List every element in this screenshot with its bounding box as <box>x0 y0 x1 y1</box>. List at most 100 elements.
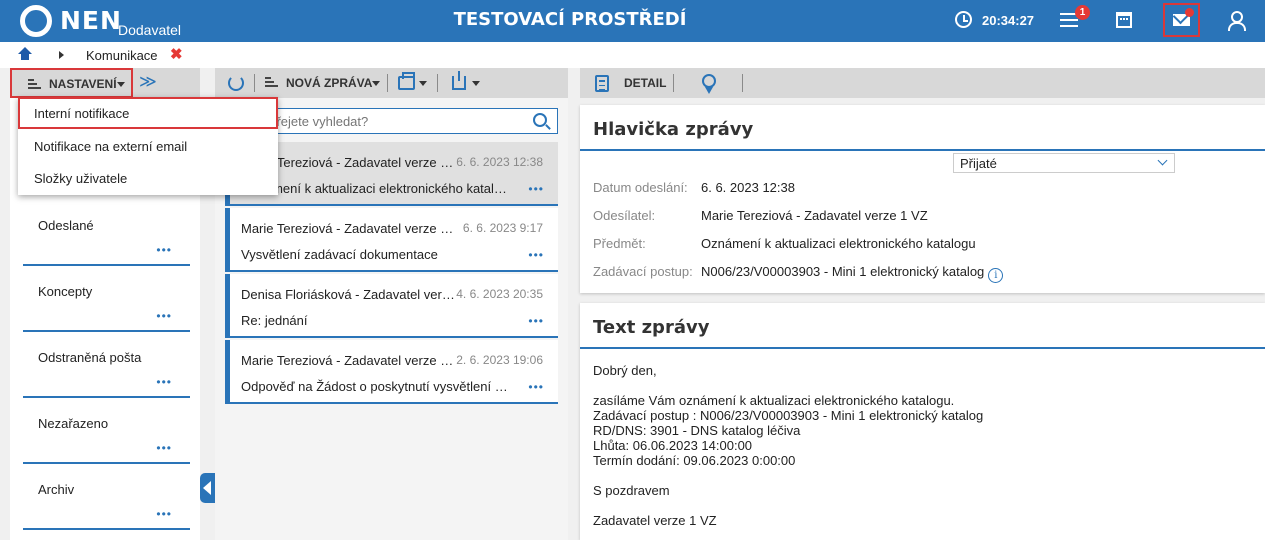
collapse-panel-button[interactable] <box>200 473 215 503</box>
nen-logo-icon[interactable] <box>20 5 52 37</box>
toolbar-divider <box>742 74 743 92</box>
refresh-icon[interactable] <box>228 75 244 91</box>
folder-item-drafts[interactable]: Koncepty ••• <box>23 268 190 332</box>
home-icon[interactable] <box>18 47 32 61</box>
folder-label: Koncepty <box>38 284 93 299</box>
message-detail-panel: DETAIL Hlavička zprávy Přijaté Datum ode… <box>580 68 1265 540</box>
caret-down-icon[interactable] <box>372 81 380 86</box>
filter-icon <box>265 77 278 89</box>
message-body-line: Zadávací postup : N006/23/V00003903 - Mi… <box>593 408 984 423</box>
more-options-icon[interactable]: ••• <box>156 310 172 322</box>
print-icon[interactable] <box>398 72 415 90</box>
folder-toolbar: NASTAVENÍ ≫ <box>10 68 200 98</box>
message-sender: Marie Tereziová - Zadavatel verze 1 VZ <box>241 353 455 368</box>
environment-title: TESTOVACÍ PROSTŘEDÍ <box>453 9 687 30</box>
folder-item-deleted[interactable]: Odstraněná pošta ••• <box>23 334 190 398</box>
message-subject: Odpověď na Žádost o poskytnutí vysvětlen… <box>241 379 511 394</box>
top-bar: NEN Dodavatel TESTOVACÍ PROSTŘEDÍ 20:34:… <box>0 0 1265 42</box>
message-sender: Denisa Floriásková - Zadavatel verze 1 V… <box>241 287 455 302</box>
card-title: Text zprávy <box>593 317 710 338</box>
more-options-icon[interactable]: ••• <box>156 442 172 454</box>
toolbar-divider <box>254 74 255 92</box>
settings-dropdown: Interní notifikace Notifikace na externí… <box>18 97 278 195</box>
procedure-link[interactable]: N006/23/V00003903 - Mini 1 elektronický … <box>701 264 984 279</box>
more-options-icon[interactable]: ••• <box>528 249 544 261</box>
menu-item-internal-notifications[interactable]: Interní notifikace <box>18 97 278 129</box>
divider <box>580 347 1265 349</box>
folder-label: Archiv <box>38 482 75 497</box>
menu-item-user-folders[interactable]: Složky uživatele <box>18 162 278 194</box>
detail-toolbar: DETAIL <box>580 68 1265 98</box>
clock-icon <box>955 11 972 28</box>
message-date: 4. 6. 2023 20:35 <box>456 287 543 301</box>
message-date: 6. 6. 2023 9:17 <box>462 221 543 235</box>
filter-icon <box>28 79 41 91</box>
field-value: Oznámení k aktualizaci elektronického ka… <box>701 236 976 251</box>
close-icon[interactable]: ✖ <box>170 45 183 63</box>
toolbar-divider <box>387 74 388 92</box>
session-timer: 20:34:27 <box>982 13 1035 28</box>
message-signature: Zadavatel verze 1 VZ <box>593 513 717 528</box>
message-subject: Oznámení k aktualizaci elektronického ka… <box>241 181 511 196</box>
settings-button[interactable]: NASTAVENÍ <box>10 68 133 98</box>
messages-button[interactable] <box>1163 3 1200 37</box>
breadcrumb-current[interactable]: Komunikace <box>86 48 158 63</box>
folder-item-unsorted[interactable]: Nezařazeno ••• <box>23 400 190 464</box>
message-row[interactable]: Marie Tereziová - Zadavatel verze 1 VZ 6… <box>225 208 558 272</box>
more-options-icon[interactable]: ••• <box>156 376 172 388</box>
chevron-right-icon <box>59 51 64 59</box>
message-body-line: Lhůta: 06.06.2023 14:00:00 <box>593 438 753 453</box>
calendar-icon[interactable] <box>1116 12 1132 28</box>
expand-panel-icon[interactable]: ≫ <box>139 72 157 92</box>
message-body-line: Termín dodání: 09.06.2023 0:00:00 <box>593 453 796 468</box>
folder-item-sent[interactable]: Odeslané ••• <box>23 202 190 266</box>
logo-text[interactable]: NEN <box>60 6 122 35</box>
message-subject: Vysvětlení zadávací dokumentace <box>241 247 438 262</box>
card-title: Hlavička zprávy <box>593 119 754 140</box>
field-value: Marie Tereziová - Zadavatel verze 1 VZ <box>701 208 928 223</box>
message-date: 2. 6. 2023 19:06 <box>456 353 543 367</box>
field-label: Předmět: <box>593 236 646 251</box>
more-options-icon[interactable]: ••• <box>156 508 172 520</box>
message-row[interactable]: Marie Tereziová - Zadavatel verze 1 VZ 2… <box>225 340 558 404</box>
award-icon[interactable] <box>702 74 716 94</box>
field-label: Odesílatel: <box>593 208 656 223</box>
folder-label: Odeslané <box>38 218 94 233</box>
message-text-card: Text zprávy Dobrý den, zasíláme Vám ozná… <box>580 303 1265 540</box>
folder-select-value: Přijaté <box>960 156 997 171</box>
message-body-line: zasíláme Vám oznámení k aktualizaci elek… <box>593 393 955 408</box>
logo-subtitle: Dodavatel <box>118 22 182 38</box>
message-date: 6. 6. 2023 12:38 <box>456 155 543 169</box>
new-message-button[interactable]: NOVÁ ZPRÁVA <box>286 76 372 90</box>
breadcrumb: Komunikace ✖ <box>0 42 1265 68</box>
caret-down-icon[interactable] <box>472 81 480 86</box>
folder-select[interactable]: Přijaté <box>953 153 1175 173</box>
caret-down-icon <box>117 82 125 87</box>
more-options-icon[interactable]: ••• <box>528 183 544 195</box>
user-icon[interactable] <box>1228 11 1246 31</box>
menu-item-external-email-notifications[interactable]: Notifikace na externí email <box>18 130 278 162</box>
toolbar-divider <box>673 74 674 92</box>
toolbar-divider <box>437 74 438 92</box>
folder-label: Odstraněná pošta <box>38 350 142 365</box>
notification-badge: 1 <box>1075 5 1090 20</box>
export-icon[interactable] <box>452 71 466 90</box>
more-options-icon[interactable]: ••• <box>528 315 544 327</box>
more-options-icon[interactable]: ••• <box>528 381 544 393</box>
detail-tab[interactable]: DETAIL <box>624 76 666 90</box>
message-header-card: Hlavička zprávy Přijaté Datum odeslání: … <box>580 105 1265 293</box>
more-options-icon[interactable]: ••• <box>156 244 172 256</box>
caret-down-icon[interactable] <box>419 81 427 86</box>
field-value: 6. 6. 2023 12:38 <box>701 180 795 195</box>
chevron-down-icon <box>1157 155 1168 166</box>
unread-dot <box>1185 8 1194 17</box>
field-label: Datum odeslání: <box>593 180 688 195</box>
field-label: Zadávací postup: <box>593 264 693 279</box>
folder-item-archive[interactable]: Archiv ••• <box>23 466 190 530</box>
document-icon <box>595 75 609 92</box>
divider <box>580 149 1265 151</box>
folder-label: Nezařazeno <box>38 416 109 431</box>
info-icon[interactable]: i <box>988 268 1004 283</box>
search-icon[interactable] <box>533 113 547 127</box>
message-row[interactable]: Denisa Floriásková - Zadavatel verze 1 V… <box>225 274 558 338</box>
